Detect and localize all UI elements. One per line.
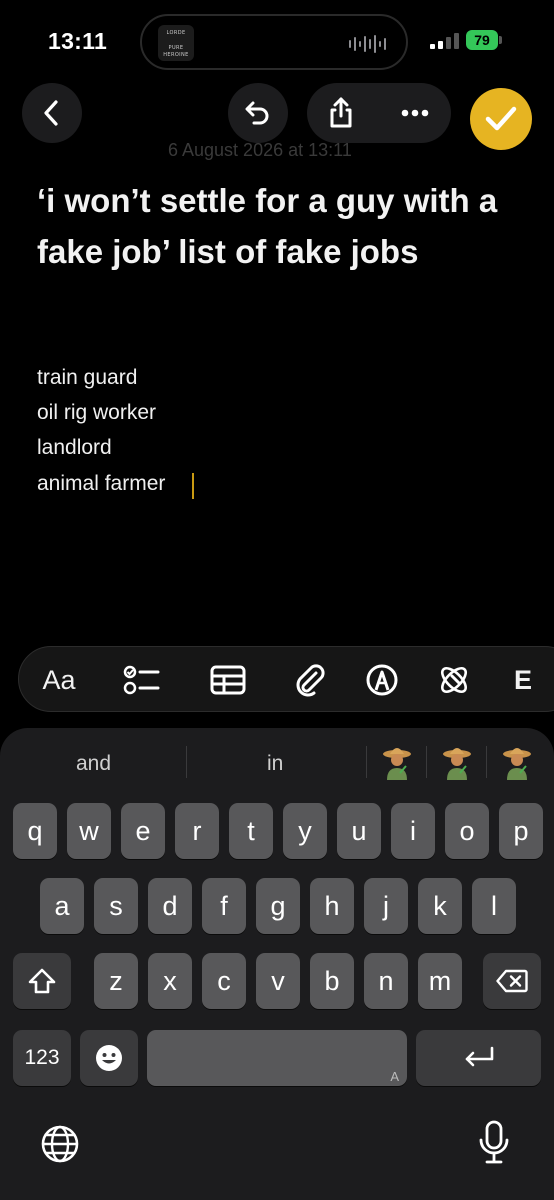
- key[interactable]: d: [148, 878, 192, 934]
- markup-pen-icon: [366, 664, 398, 696]
- table-icon: [210, 665, 246, 695]
- delete-key[interactable]: [483, 953, 541, 1009]
- return-key[interactable]: [416, 1030, 541, 1086]
- note-date: 6 August 2026 at 13:11: [168, 140, 352, 160]
- suggestion-divider: [366, 746, 367, 778]
- return-icon: [465, 1046, 493, 1067]
- keyboard: and in q w e r t y u i o p a s d f g h j…: [0, 728, 554, 1200]
- cellular-signal-icon: [430, 33, 459, 49]
- more-formats-button[interactable]: E: [513, 661, 533, 699]
- key[interactable]: t: [229, 803, 273, 859]
- text-cursor: [192, 473, 194, 499]
- checklist-icon: [123, 665, 160, 695]
- key[interactable]: w: [67, 803, 111, 859]
- audio-waveform-icon: [349, 35, 386, 53]
- globe-icon[interactable]: [40, 1124, 80, 1164]
- farmer-emoji[interactable]: [442, 745, 472, 781]
- key[interactable]: x: [148, 953, 192, 1009]
- key[interactable]: s: [94, 878, 138, 934]
- note-line[interactable]: landlord: [37, 436, 112, 460]
- more-button[interactable]: [397, 95, 433, 131]
- note-line[interactable]: animal farmer: [37, 472, 165, 496]
- delete-icon: [496, 969, 528, 993]
- back-button[interactable]: [22, 83, 82, 143]
- emoji-icon: [96, 1045, 122, 1071]
- key[interactable]: y: [283, 803, 327, 859]
- chevron-left-icon: [44, 100, 58, 126]
- album-artist: LORDE: [166, 30, 186, 36]
- key[interactable]: a: [40, 878, 84, 934]
- suggestion-divider: [426, 746, 427, 778]
- status-time: 13:11: [48, 28, 108, 54]
- key[interactable]: b: [310, 953, 354, 1009]
- key[interactable]: k: [418, 878, 462, 934]
- farmer-emoji[interactable]: [382, 745, 412, 781]
- attachment-button[interactable]: [291, 661, 329, 699]
- undo-icon: [245, 101, 269, 125]
- text-style-button[interactable]: Aa: [37, 661, 81, 699]
- suggestion[interactable]: in: [267, 752, 283, 776]
- key[interactable]: h: [310, 878, 354, 934]
- table-button[interactable]: [209, 661, 247, 699]
- key[interactable]: i: [391, 803, 435, 859]
- key[interactable]: l: [472, 878, 516, 934]
- suggestion-divider: [186, 746, 187, 778]
- battery-indicator: 79: [466, 30, 498, 50]
- key[interactable]: c: [202, 953, 246, 1009]
- note-line[interactable]: train guard: [37, 366, 137, 390]
- emoji-key[interactable]: [80, 1030, 138, 1086]
- share-button[interactable]: [323, 95, 359, 131]
- album-title: PURE HEROINE: [163, 45, 189, 58]
- key[interactable]: z: [94, 953, 138, 1009]
- battery-tip: [499, 36, 502, 44]
- key[interactable]: q: [13, 803, 57, 859]
- key[interactable]: e: [121, 803, 165, 859]
- key[interactable]: f: [202, 878, 246, 934]
- key[interactable]: p: [499, 803, 543, 859]
- key[interactable]: u: [337, 803, 381, 859]
- album-art: LORDE PURE HEROINE: [158, 25, 194, 61]
- numbers-key[interactable]: 123: [13, 1030, 71, 1086]
- shift-icon: [28, 968, 56, 994]
- note-title[interactable]: ‘i won’t settle for a guy with a fake jo…: [37, 175, 527, 277]
- note-line[interactable]: oil rig worker: [37, 401, 156, 425]
- ellipsis-icon: [401, 109, 429, 117]
- farmer-emoji[interactable]: [502, 745, 532, 781]
- checklist-button[interactable]: [123, 661, 161, 699]
- dynamic-island[interactable]: LORDE PURE HEROINE: [140, 14, 408, 70]
- space-corner-label: A: [390, 1069, 399, 1084]
- shift-key[interactable]: [13, 953, 71, 1009]
- key[interactable]: g: [256, 878, 300, 934]
- microphone-icon[interactable]: [478, 1120, 510, 1166]
- paperclip-icon: [296, 664, 325, 697]
- writing-tools-button[interactable]: [435, 661, 473, 699]
- key[interactable]: r: [175, 803, 219, 859]
- done-button[interactable]: [470, 88, 532, 150]
- key[interactable]: j: [364, 878, 408, 934]
- writing-tools-icon: [440, 666, 468, 694]
- suggestion[interactable]: and: [76, 752, 111, 776]
- markup-button[interactable]: [363, 661, 401, 699]
- format-toolbar: Aa E: [18, 646, 554, 712]
- key[interactable]: v: [256, 953, 300, 1009]
- share-icon: [330, 97, 352, 128]
- key[interactable]: n: [364, 953, 408, 1009]
- undo-button[interactable]: [228, 83, 288, 143]
- action-pill: [307, 83, 451, 143]
- space-bar[interactable]: A: [147, 1030, 407, 1086]
- checkmark-icon: [485, 106, 517, 131]
- key[interactable]: m: [418, 953, 462, 1009]
- key[interactable]: o: [445, 803, 489, 859]
- suggestion-divider: [486, 746, 487, 778]
